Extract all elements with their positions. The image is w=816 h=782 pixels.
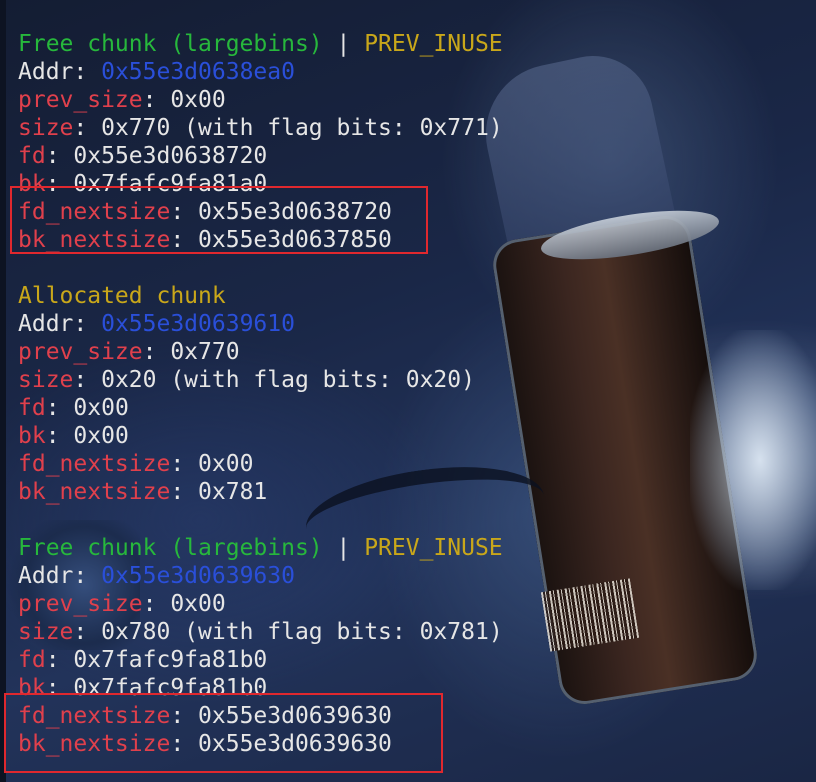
prev-size-row: prev_size: 0x770: [18, 339, 240, 365]
size-value: 0x20 (with flag bits: 0x20): [101, 367, 475, 393]
addr-row: Addr: 0x55e3d0639610: [18, 311, 295, 337]
bk-nextsize-row: bk_nextsize: 0x781: [18, 479, 268, 505]
size-value: 0x770 (with flag bits: 0x771): [101, 115, 503, 141]
bk-nextsize-value: 0x781: [198, 479, 268, 505]
bk-label: bk: [18, 423, 46, 449]
background-light-glow: [690, 330, 816, 590]
chunk-header: Free chunk (largebins) | PREV_INUSE: [18, 30, 503, 58]
chunk-type-label: Free chunk (largebins): [18, 535, 323, 561]
size-label: size: [18, 367, 74, 393]
prev-size-label: prev_size: [18, 87, 143, 113]
size-row: size: 0x780 (with flag bits: 0x781): [18, 619, 503, 645]
prev-size-row: prev_size: 0x00: [18, 87, 226, 113]
size-label: size: [18, 619, 74, 645]
fd-value: 0x00: [73, 395, 129, 421]
fd-label: fd: [18, 647, 46, 673]
fd-row: fd: 0x7fafc9fa81b0: [18, 647, 268, 673]
prev-size-value: 0x00: [170, 591, 226, 617]
fd-row: fd: 0x55e3d0638720: [18, 143, 268, 169]
fd-nextsize-value: 0x00: [198, 451, 254, 477]
addr-value: 0x55e3d0639610: [101, 311, 295, 337]
fd-value: 0x7fafc9fa81b0: [73, 647, 268, 673]
addr-row: Addr: 0x55e3d0639630: [18, 563, 295, 589]
fd-nextsize-label: fd_nextsize: [18, 451, 171, 477]
fd-label: fd: [18, 395, 46, 421]
heap-chunk: Allocated chunk Addr: 0x55e3d0639610 pre…: [18, 282, 503, 506]
separator: |: [322, 535, 365, 561]
prev-size-label: prev_size: [18, 339, 143, 365]
bk-row: bk: 0x00: [18, 423, 129, 449]
terminal-output[interactable]: Free chunk (largebins) | PREV_INUSE Addr…: [18, 30, 503, 758]
size-row: size: 0x770 (with flag bits: 0x771): [18, 115, 503, 141]
chunk-type-label: Allocated chunk: [18, 283, 226, 309]
highlight-box-nextsize-1: [10, 186, 428, 254]
fd-row: fd: 0x00: [18, 395, 129, 421]
bk-nextsize-label: bk_nextsize: [18, 479, 171, 505]
window-left-edge: [0, 0, 6, 782]
separator: |: [322, 31, 365, 57]
fd-label: fd: [18, 143, 46, 169]
addr-value: 0x55e3d0639630: [101, 563, 295, 589]
addr-row: Addr: 0x55e3d0638ea0: [18, 59, 295, 85]
bk-value: 0x00: [73, 423, 129, 449]
highlight-box-nextsize-2: [4, 693, 443, 773]
addr-label: Addr: [18, 59, 74, 85]
fd-nextsize-row: fd_nextsize: 0x00: [18, 451, 254, 477]
addr-label: Addr: [18, 563, 74, 589]
chunk-header: Allocated chunk: [18, 282, 503, 310]
prev-size-value: 0x770: [170, 339, 240, 365]
size-label: size: [18, 115, 74, 141]
size-value: 0x780 (with flag bits: 0x781): [101, 619, 503, 645]
chunk-type-label: Free chunk (largebins): [18, 31, 323, 57]
fd-value: 0x55e3d0638720: [73, 143, 268, 169]
prev-size-row: prev_size: 0x00: [18, 591, 226, 617]
addr-label: Addr: [18, 311, 74, 337]
addr-value: 0x55e3d0638ea0: [101, 59, 295, 85]
prev-inuse-flag: PREV_INUSE: [364, 535, 503, 561]
chunk-header: Free chunk (largebins) | PREV_INUSE: [18, 534, 503, 562]
prev-size-value: 0x00: [170, 87, 226, 113]
prev-inuse-flag: PREV_INUSE: [364, 31, 503, 57]
prev-size-label: prev_size: [18, 591, 143, 617]
size-row: size: 0x20 (with flag bits: 0x20): [18, 367, 475, 393]
